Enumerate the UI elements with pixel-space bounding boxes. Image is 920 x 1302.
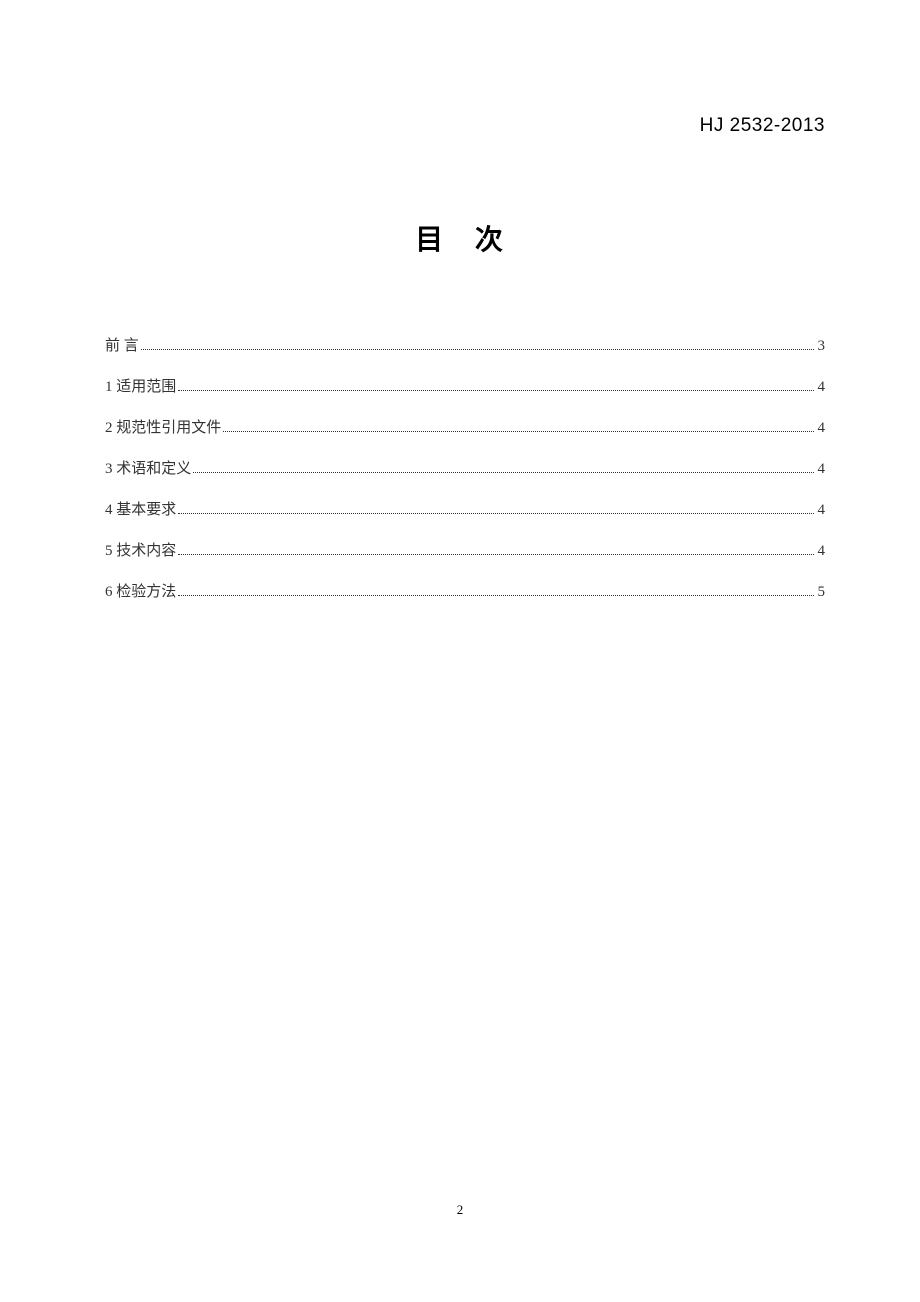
toc-leader-dots	[178, 595, 813, 596]
toc-title: 目 次	[105, 218, 825, 258]
toc-entry: 3 术语和定义 4	[105, 459, 825, 480]
toc-leader-dots	[193, 472, 813, 473]
toc-leader-dots	[178, 554, 813, 555]
toc-page-number: 4	[818, 418, 826, 439]
toc-label: 6 检验方法	[105, 582, 176, 603]
toc-leader-dots	[223, 431, 813, 432]
toc-label: 1 适用范围	[105, 377, 176, 398]
toc-entry: 1 适用范围 4	[105, 377, 825, 398]
toc-page-number: 4	[818, 459, 826, 480]
toc-entry: 5 技术内容 4	[105, 541, 825, 562]
toc-page-number: 4	[818, 500, 826, 521]
toc-entry: 6 检验方法 5	[105, 582, 825, 603]
standard-code: HJ 2532-2013	[700, 115, 825, 137]
toc-label: 3 术语和定义	[105, 459, 191, 480]
toc-page-number: 3	[818, 336, 826, 357]
toc-label: 前 言	[105, 336, 139, 357]
page-footer-number: 2	[0, 1202, 920, 1218]
toc-leader-dots	[141, 349, 814, 350]
toc-entry: 2 规范性引用文件 4	[105, 418, 825, 439]
toc-leader-dots	[178, 390, 813, 391]
toc-label: 5 技术内容	[105, 541, 176, 562]
toc-page-number: 4	[818, 541, 826, 562]
toc-leader-dots	[178, 513, 813, 514]
toc-label: 2 规范性引用文件	[105, 418, 221, 439]
toc-page-number: 5	[818, 582, 826, 603]
toc-page-number: 4	[818, 377, 826, 398]
toc-entry: 4 基本要求 4	[105, 500, 825, 521]
table-of-contents: 前 言 3 1 适用范围 4 2 规范性引用文件 4 3 术语和定义 4 4 基…	[105, 336, 825, 603]
document-page: HJ 2532-2013 目 次 前 言 3 1 适用范围 4 2 规范性引用文…	[0, 0, 920, 1302]
toc-label: 4 基本要求	[105, 500, 176, 521]
toc-entry: 前 言 3	[105, 336, 825, 357]
